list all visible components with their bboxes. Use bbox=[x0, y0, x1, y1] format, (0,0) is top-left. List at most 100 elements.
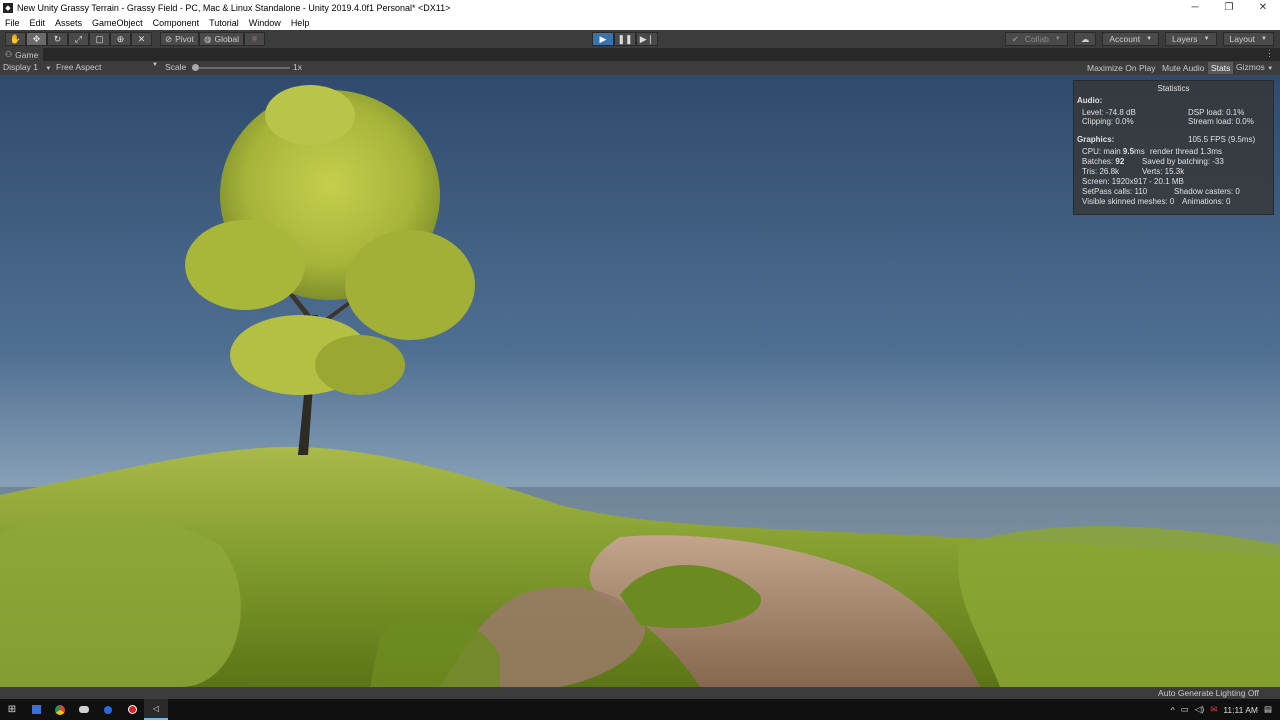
stats-cpu-unit: ms bbox=[1134, 147, 1145, 156]
pause-icon[interactable]: ❚❚ bbox=[614, 32, 636, 46]
chevron-down-icon: ▼ bbox=[152, 62, 158, 68]
chevron-down-icon: ▼ bbox=[45, 66, 52, 72]
play-icon[interactable]: ▶ bbox=[592, 32, 614, 46]
cloud-icon: ☁ bbox=[1080, 33, 1090, 44]
stats-animations: Animations: 0 bbox=[1182, 197, 1231, 206]
tab-game[interactable]: ⚇ Game bbox=[0, 48, 44, 61]
scale-slider[interactable] bbox=[192, 64, 290, 71]
grid-snap-icon[interactable]: # bbox=[244, 32, 266, 46]
notification-app-icon[interactable]: ✉ bbox=[1210, 704, 1217, 715]
stats-saved-batching: Saved by batching: -33 bbox=[1142, 157, 1224, 166]
stats-stream-load: Stream load: 0.0% bbox=[1188, 117, 1254, 126]
stats-verts: Verts: 15.3k bbox=[1142, 167, 1185, 176]
unity-taskbar-icon[interactable]: ◁ bbox=[144, 699, 168, 720]
stats-toggle[interactable]: Stats bbox=[1208, 62, 1234, 74]
maximize-button[interactable]: ❐ bbox=[1212, 0, 1246, 15]
stats-tris: Tris: 26.8k bbox=[1082, 167, 1120, 176]
unity-icon: ◆ bbox=[3, 2, 13, 13]
chevron-down-icon: ▼ bbox=[1203, 36, 1210, 42]
record-icon[interactable] bbox=[120, 699, 144, 720]
display-dropdown[interactable]: Display 1 ▼ bbox=[3, 62, 51, 72]
layers-dropdown[interactable]: Layers ▼ bbox=[1165, 32, 1217, 46]
aspect-dropdown[interactable]: Free Aspect ▼ bbox=[56, 62, 160, 72]
globe-icon: ◍ bbox=[204, 33, 212, 44]
chevron-down-icon: ▼ bbox=[1054, 36, 1061, 42]
stats-screen: Screen: 1920x917 - 20.1 MB bbox=[1082, 177, 1184, 186]
window-title: New Unity Grassy Terrain - Grassy Field … bbox=[17, 2, 451, 13]
mute-audio-toggle[interactable]: Mute Audio bbox=[1159, 62, 1208, 74]
transform-tool-icon[interactable]: ⊕ bbox=[110, 32, 131, 46]
pivot-label: Pivot bbox=[175, 34, 195, 44]
scale-value: 1x bbox=[293, 62, 302, 72]
custom-tool-icon[interactable]: ✕ bbox=[131, 32, 152, 46]
menu-help[interactable]: Help bbox=[286, 18, 315, 28]
collab-label: Collab bbox=[1024, 34, 1049, 44]
stats-shadow-casters: Shadow casters: 0 bbox=[1174, 187, 1240, 196]
panel-menu-icon[interactable]: ⋮ bbox=[1265, 48, 1274, 59]
clock-time[interactable]: 11:11 AM bbox=[1223, 705, 1258, 715]
cloud-button[interactable]: ☁ bbox=[1073, 32, 1097, 46]
system-tray: ^ ▭ ◁) ✉ 11:11 AM ▤ bbox=[1171, 699, 1280, 720]
stats-cpu-value: 9.5 bbox=[1122, 147, 1135, 156]
rect-tool-icon[interactable]: ▢ bbox=[89, 32, 110, 46]
chrome-icon[interactable] bbox=[48, 699, 72, 720]
stats-batches-value: 92 bbox=[1115, 157, 1125, 166]
stats-render-thread: render thread 1.3ms bbox=[1150, 147, 1223, 156]
menu-bar: File Edit Assets GameObject Component Tu… bbox=[0, 15, 1280, 30]
move-tool-icon[interactable]: ✥ bbox=[26, 32, 47, 46]
app-gear-icon[interactable] bbox=[72, 699, 96, 720]
layout-label: Layout bbox=[1229, 34, 1256, 44]
rotate-tool-icon[interactable]: ↻ bbox=[47, 32, 68, 46]
stats-title: Statistics bbox=[1157, 84, 1190, 93]
windows-start-icon[interactable]: ⊞ bbox=[0, 699, 24, 720]
gizmos-dropdown[interactable]: Gizmos ▼ bbox=[1236, 62, 1273, 72]
volume-icon[interactable]: ◁) bbox=[1195, 704, 1204, 715]
stats-batches-label: Batches: bbox=[1082, 157, 1114, 166]
pivot-toggle[interactable]: ⊘ Pivot bbox=[160, 32, 200, 46]
network-icon[interactable]: ▭ bbox=[1181, 704, 1189, 715]
menu-edit[interactable]: Edit bbox=[25, 18, 51, 28]
scale-slider-thumb[interactable] bbox=[192, 64, 199, 71]
chevron-down-icon: ▼ bbox=[1146, 36, 1153, 42]
app-blue-icon[interactable] bbox=[96, 699, 120, 720]
minimize-button[interactable]: ─ bbox=[1178, 0, 1212, 15]
hand-tool-icon[interactable]: ✋ bbox=[5, 32, 26, 46]
menu-component[interactable]: Component bbox=[148, 18, 205, 28]
menu-file[interactable]: File bbox=[0, 18, 25, 28]
close-button[interactable]: ✕ bbox=[1246, 0, 1280, 15]
statistics-panel: Statistics Audio: Level: -74.8 dB Clippi… bbox=[1073, 80, 1274, 215]
stats-graphics-heading: Graphics: bbox=[1077, 135, 1115, 144]
menu-gameobject[interactable]: GameObject bbox=[87, 18, 148, 28]
stats-cpu-label: CPU: main bbox=[1082, 147, 1121, 156]
collab-dropdown[interactable]: ✔ Collab ▼ bbox=[1004, 32, 1068, 46]
transform-tools: ✋ ✥ ↻ ⤢ ▢ ⊕ ✕ bbox=[5, 32, 152, 46]
chevron-down-icon: ▼ bbox=[1267, 66, 1274, 72]
display-label: Display 1 bbox=[3, 62, 38, 72]
stats-clipping: Clipping: 0.0% bbox=[1082, 117, 1134, 126]
account-label: Account bbox=[1109, 34, 1141, 44]
pivot-icon: ⊘ bbox=[165, 33, 173, 44]
layers-label: Layers bbox=[1172, 34, 1198, 44]
stats-skinned-meshes: Visible skinned meshes: 0 bbox=[1082, 197, 1175, 206]
maximize-on-play-toggle[interactable]: Maximize On Play bbox=[1084, 62, 1159, 74]
status-bar: Auto Generate Lighting Off bbox=[0, 687, 1280, 699]
account-dropdown[interactable]: Account ▼ bbox=[1102, 32, 1160, 46]
menu-window[interactable]: Window bbox=[244, 18, 286, 28]
stats-fps: 105.5 FPS (9.5ms) bbox=[1188, 135, 1256, 144]
window-titlebar: ◆ New Unity Grassy Terrain - Grassy Fiel… bbox=[0, 0, 1280, 15]
menu-assets[interactable]: Assets bbox=[50, 18, 87, 28]
tab-game-label: Game bbox=[15, 49, 39, 60]
action-center-icon[interactable]: ▤ bbox=[1264, 704, 1272, 715]
layout-dropdown[interactable]: Layout ▼ bbox=[1222, 32, 1274, 46]
scale-label: Scale bbox=[165, 62, 187, 72]
app-save-icon[interactable] bbox=[24, 699, 48, 720]
tray-arrow-icon[interactable]: ^ bbox=[1171, 705, 1175, 715]
stats-setpass: SetPass calls: 110 bbox=[1082, 187, 1148, 196]
menu-tutorial[interactable]: Tutorial bbox=[204, 18, 244, 28]
game-view-controls: Display 1 ▼ Free Aspect ▼ Scale 1x Maximi… bbox=[0, 61, 1280, 75]
lighting-status[interactable]: Auto Generate Lighting Off bbox=[1158, 688, 1259, 698]
step-icon[interactable]: ▶❘ bbox=[636, 32, 658, 46]
play-controls: ▶ ❚❚ ▶❘ bbox=[592, 32, 658, 46]
global-toggle[interactable]: ◍ Global bbox=[199, 32, 245, 46]
scale-tool-icon[interactable]: ⤢ bbox=[68, 32, 89, 46]
